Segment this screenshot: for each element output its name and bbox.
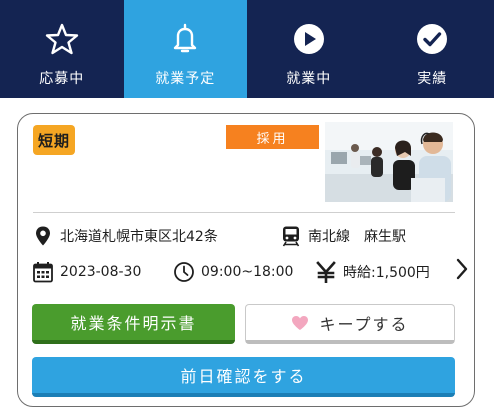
keep-button[interactable]: キープする	[245, 304, 455, 344]
clock-icon	[173, 261, 195, 283]
day-before-confirm-label: 前日確認をする	[180, 367, 307, 386]
tab-label: 就業中	[286, 71, 332, 87]
tab-history[interactable]: 実績	[371, 0, 494, 98]
tab-label: 応募中	[39, 71, 85, 87]
yen-icon	[315, 261, 337, 283]
play-circle-icon	[292, 22, 326, 56]
station-row: 南北線 麻生駅	[280, 225, 406, 247]
check-circle-icon	[415, 22, 449, 56]
station-text: 南北線 麻生駅	[308, 229, 406, 245]
map-pin-icon	[32, 225, 54, 247]
date-text: 2023-08-30	[60, 264, 142, 280]
heart-icon	[291, 315, 309, 331]
address-text: 北海道札幌市東区北42条	[60, 229, 218, 245]
call-center-photo	[325, 122, 453, 202]
employment-terms-button[interactable]: 就業条件明示書	[32, 304, 235, 344]
train-icon	[280, 225, 302, 247]
divider	[33, 212, 455, 213]
bell-icon	[168, 22, 202, 56]
employment-terms-label: 就業条件明示書	[70, 314, 197, 333]
tab-working[interactable]: 就業中	[247, 0, 371, 98]
wage-row: 時給:1,500円	[315, 261, 430, 283]
keep-label: キープする	[319, 314, 409, 334]
time-row: 09:00~18:00	[173, 261, 293, 283]
job-card[interactable]: 短期 採用 北海道札幌市東区北42条 南北線 麻生駅 2023-08-30 09…	[17, 113, 475, 407]
tab-label: 実績	[417, 71, 448, 87]
tab-applying[interactable]: 応募中	[0, 0, 124, 98]
chevron-right-icon[interactable]	[454, 256, 470, 282]
tab-scheduled[interactable]: 就業予定	[123, 0, 247, 98]
day-before-confirm-button[interactable]: 前日確認をする	[32, 357, 455, 397]
date-row: 2023-08-30	[32, 261, 141, 283]
short-term-badge: 短期	[33, 125, 75, 155]
address-row: 北海道札幌市東区北42条	[32, 225, 218, 247]
calendar-icon	[32, 261, 54, 283]
time-text: 09:00~18:00	[201, 264, 294, 280]
hired-badge: 採用	[226, 125, 319, 149]
tab-bar: 応募中 就業予定 就業中 実績	[0, 0, 494, 98]
tab-label: 就業予定	[155, 71, 216, 87]
star-icon	[45, 22, 79, 56]
wage-text: 時給:1,500円	[343, 265, 430, 281]
